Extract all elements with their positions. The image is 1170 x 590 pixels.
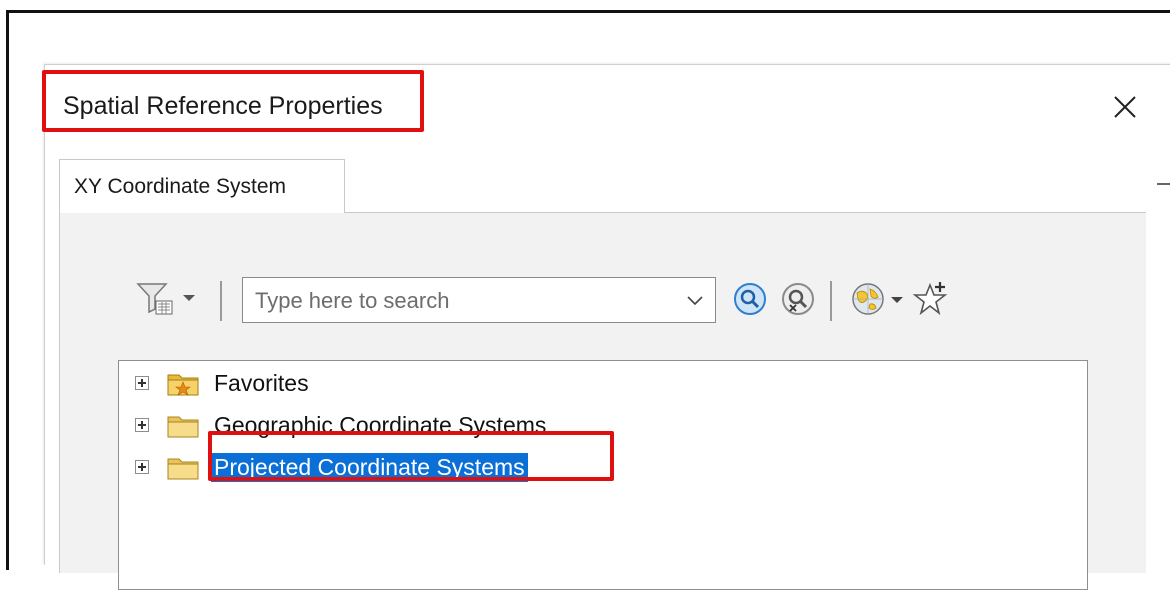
expand-icon[interactable] [135,376,149,390]
folder-icon [167,458,199,480]
selection-annotation-box [208,431,614,481]
toolbar-separator [220,281,222,321]
close-button[interactable] [1105,85,1145,129]
toolbar [126,273,1026,329]
title-annotation-box [42,70,424,132]
search-icon[interactable] [730,279,770,319]
close-icon [1114,96,1136,118]
clear-search-icon[interactable] [778,279,818,319]
chevron-down-icon[interactable] [685,294,705,308]
globe-dropdown-icon[interactable] [890,295,904,305]
tree-item-label: Favorites [214,369,309,396]
tab-label: XY Coordinate System [74,174,287,198]
filter-dropdown-icon[interactable] [182,293,196,303]
spatial-reference-dialog: Spatial Reference Properties XY Coordina… [44,64,1170,590]
tab-panel: Favorites Geographic Coordinate Systems [59,212,1146,590]
favorites-folder-icon [167,374,199,396]
filter-icon[interactable] [136,281,176,317]
expand-icon[interactable] [135,460,149,474]
search-input[interactable] [253,284,657,318]
window-edge-mark [1157,183,1170,185]
tree-item-favorites[interactable]: Favorites [135,365,312,401]
globe-icon[interactable] [848,279,888,319]
toolbar-separator [830,281,832,321]
search-combobox[interactable] [242,277,716,323]
tab-container: XY Coordinate System Type here to search… [59,159,1146,590]
folder-icon [167,416,199,438]
tab-xy-coordinate-system[interactable]: XY Coordinate System [59,159,345,213]
add-favorite-icon[interactable] [912,279,952,319]
expand-icon[interactable] [135,418,149,432]
